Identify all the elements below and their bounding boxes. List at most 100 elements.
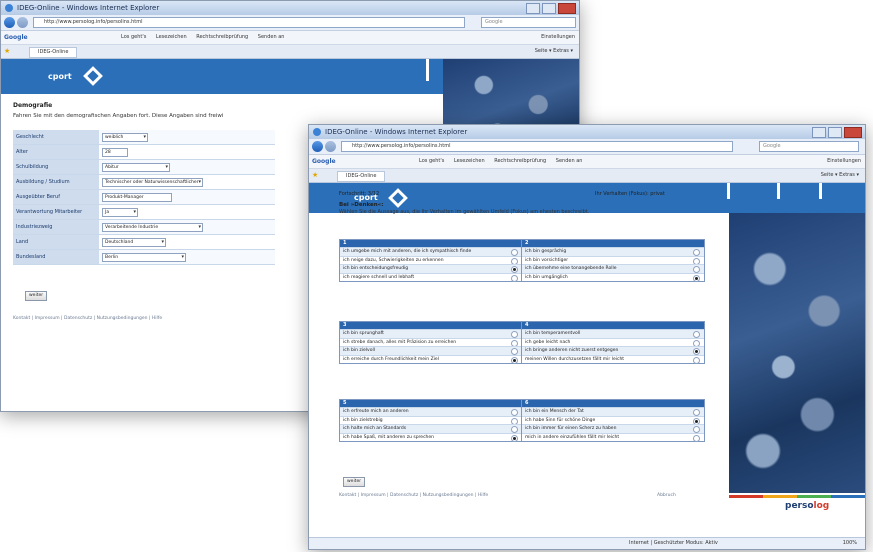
statement-row[interactable]: ich bin vorsichtiger	[522, 255, 704, 265]
statement-radio[interactable]	[511, 274, 518, 282]
url-input[interactable]: http://www.persolog.info/persolins.html	[341, 141, 733, 152]
statement-row[interactable]: ich bin gesprächig	[522, 247, 704, 257]
form-select[interactable]: Verarbeitende Industrie	[102, 222, 203, 232]
page-content: cport persolog Fortschritt: 3/12 Ihr Ver…	[309, 183, 865, 541]
back-icon[interactable]	[312, 141, 323, 152]
maximize-button[interactable]	[828, 127, 842, 138]
statement-row[interactable]: ich umgebe mich mit anderen, die ich sym…	[340, 247, 522, 257]
window-title: IDEG-Online - Windows Internet Explorer	[325, 128, 468, 136]
form-select[interactable]: Technischer oder Naturwissenschaftlicher	[102, 177, 203, 187]
toolbar-item-bookmarks[interactable]: Lesezeichen	[156, 34, 187, 40]
back-icon[interactable]	[4, 17, 15, 28]
form-select[interactable]: Deutschland	[102, 237, 166, 247]
google-toolbar: Google Los geht's Lesezeichen Rechtschre…	[309, 155, 865, 169]
statement-row[interactable]: ich bin zielstrebig	[340, 415, 522, 425]
favorites-star-icon[interactable]: ★	[4, 45, 10, 58]
progress-text: Fortschritt: 3/12	[339, 191, 380, 197]
statement-text: ich strebe danach, alles mit Präzision z…	[343, 339, 457, 345]
tab-ideg-online[interactable]: IDEG-Online	[29, 47, 78, 58]
command-bar[interactable]: Seite ▾ Extras ▾	[821, 169, 859, 182]
search-input[interactable]: Google	[759, 141, 859, 152]
form-input[interactable]: Produkt-Manager	[102, 192, 172, 202]
statement-row[interactable]: ich bringe anderen nicht zuerst entgegen	[522, 346, 704, 356]
statement-row[interactable]: ich bin sprunghaft	[340, 329, 522, 339]
statement-row[interactable]: ich habe Spaß, mit anderen zu sprechen	[340, 432, 522, 442]
search-input[interactable]: Google	[481, 17, 576, 28]
minimize-button[interactable]	[812, 127, 826, 138]
statement-row[interactable]: ich bin zielvoll	[340, 346, 522, 356]
statement-text: ich erreiche durch Freundlichkeit mein Z…	[343, 356, 439, 362]
favorites-star-icon[interactable]: ★	[312, 169, 318, 182]
google-logo: Google	[312, 158, 336, 165]
form-select[interactable]: Ja	[102, 207, 138, 217]
brand-diamond-icon	[83, 66, 103, 86]
footer-links[interactable]: Kontakt | Impressum | Datenschutz | Nutz…	[13, 316, 162, 321]
statement-radio[interactable]	[511, 434, 518, 442]
statement-row[interactable]: ich erreiche durch Freundlichkeit mein Z…	[340, 354, 522, 364]
window-controls	[526, 3, 576, 14]
forward-icon[interactable]	[17, 17, 28, 28]
statement-row[interactable]: ich erfreute mich an anderen	[340, 407, 522, 417]
url-input[interactable]: http://www.persolog.info/persolins.html	[33, 17, 465, 28]
minimize-button[interactable]	[526, 3, 540, 14]
brand-logo: cport	[48, 72, 72, 81]
statement-radio[interactable]	[693, 434, 700, 442]
toolbar-item-spellcheck[interactable]: Rechtschreibprüfung	[196, 34, 248, 40]
statement-row[interactable]: ich neige dazu, Schwierigkeiten zu erken…	[340, 255, 522, 265]
toolbar-item-send[interactable]: Senden an	[556, 158, 583, 164]
statement-row[interactable]: meinen Willen durchzusetzen fällt mir le…	[522, 354, 704, 364]
close-button[interactable]	[558, 3, 576, 14]
statement-row[interactable]: mich in andere einzufühlen fällt mir lei…	[522, 432, 704, 442]
toolbar-item-spellcheck[interactable]: Rechtschreibprüfung	[494, 158, 546, 164]
brand-diamond-icon	[388, 188, 408, 208]
form-row: Ausgeübter Beruf Produkt-Manager	[13, 189, 275, 205]
block-number: 6	[522, 400, 704, 407]
statement-radio[interactable]	[511, 356, 518, 364]
block-number: 3	[340, 322, 522, 329]
statement-row[interactable]: ich bin ein Mensch der Tat	[522, 407, 704, 417]
statement-text: ich halte mich an Standards	[343, 426, 407, 431]
next-button[interactable]: weiter	[25, 291, 48, 301]
statement-row[interactable]: ich strebe danach, alles mit Präzision z…	[340, 337, 522, 347]
footer-links[interactable]: Kontakt | Impressum | Datenschutz | Nutz…	[339, 493, 488, 498]
form-label: Bundesland	[13, 249, 99, 265]
statement-row[interactable]: ich gebe leicht nach	[522, 337, 704, 347]
statement-row[interactable]: ich übernehme eine tonangebende Rolle	[522, 264, 704, 274]
cancel-link[interactable]: Abbruch	[657, 493, 676, 498]
statement-text: ich bin temperamentvoll	[525, 331, 581, 336]
toolbar-item-go[interactable]: Los geht's	[121, 34, 146, 40]
maximize-button[interactable]	[542, 3, 556, 14]
banner-bar	[777, 183, 780, 199]
form-select[interactable]: Abitur	[102, 162, 170, 172]
toolbar-settings[interactable]: Einstellungen	[827, 155, 861, 168]
statement-radio[interactable]	[693, 274, 700, 282]
toolbar-item-go[interactable]: Los geht's	[419, 158, 444, 164]
form-row: Ausbildung / Studium Technischer oder Nat…	[13, 174, 275, 190]
statement-row[interactable]: ich bin temperamentvoll	[522, 329, 704, 339]
next-button[interactable]: weiter	[343, 477, 366, 487]
close-button[interactable]	[844, 127, 862, 138]
statement-row[interactable]: ich bin immer für einen Scherz zu haben	[522, 424, 704, 434]
browser-window-survey: IDEG-Online - Windows Internet Explorer …	[308, 124, 866, 550]
google-toolbar-items: Los geht's Lesezeichen Rechtschreibprüfu…	[419, 155, 590, 168]
toolbar-item-send[interactable]: Senden an	[258, 34, 285, 40]
form-input[interactable]: 28	[102, 147, 128, 157]
toolbar-settings[interactable]: Einstellungen	[541, 31, 575, 44]
form-select[interactable]: weiblich	[102, 132, 148, 142]
statement-row[interactable]: ich bin umgänglich	[522, 272, 704, 282]
statement-row[interactable]: ich bin entscheidungsfreudig	[340, 264, 522, 274]
form-select[interactable]: Berlin	[102, 252, 186, 262]
command-bar[interactable]: Seite ▾ Extras ▾	[535, 45, 573, 58]
zoom-level[interactable]: 100%	[843, 538, 857, 549]
statement-row[interactable]: ich habe Sinn für schöne Dinge	[522, 415, 704, 425]
statement-row[interactable]: ich reagiere schnell und lebhaft	[340, 272, 522, 282]
tab-ideg-online[interactable]: IDEG-Online	[337, 171, 386, 182]
statement-text: ich erfreute mich an anderen	[343, 409, 409, 414]
form-row: Land Deutschland	[13, 234, 275, 250]
statement-text: ich reagiere schnell und lebhaft	[343, 274, 415, 280]
toolbar-item-bookmarks[interactable]: Lesezeichen	[454, 158, 485, 164]
statement-radio[interactable]	[693, 356, 700, 364]
google-toolbar-items: Los geht's Lesezeichen Rechtschreibprüfu…	[121, 31, 292, 44]
forward-icon[interactable]	[325, 141, 336, 152]
statement-row[interactable]: ich halte mich an Standards	[340, 424, 522, 434]
